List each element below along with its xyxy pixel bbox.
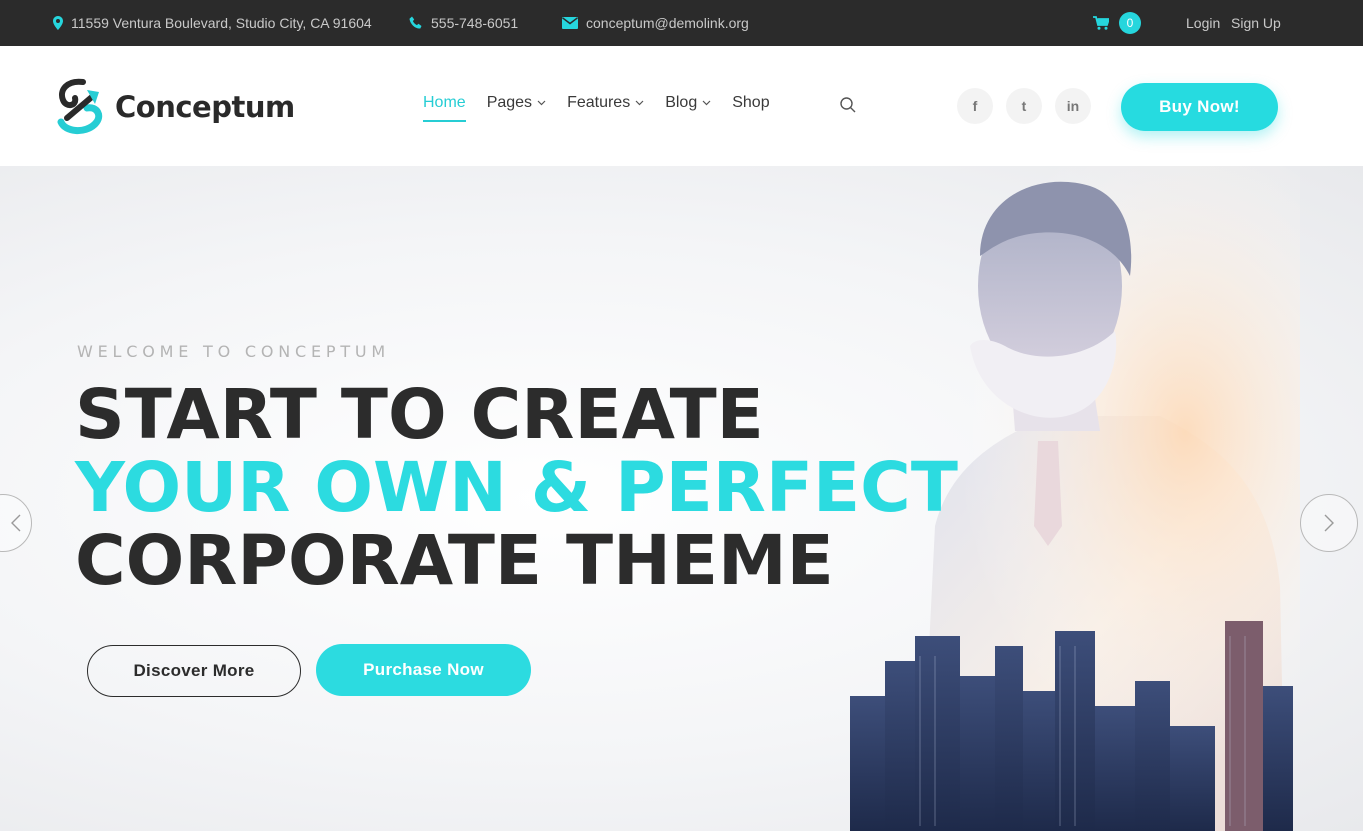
nav-item-blog[interactable]: Blog — [665, 94, 711, 116]
phone-text[interactable]: 555-748-6051 — [431, 15, 518, 31]
hero-eyebrow: WELCOME TO CONCEPTUM — [77, 342, 391, 361]
chevron-left-icon — [11, 514, 21, 532]
cart-button[interactable]: 0 — [1093, 0, 1141, 46]
nav-shop-label: Shop — [732, 94, 770, 111]
nav-item-shop[interactable]: Shop — [732, 94, 769, 116]
nav-features-label: Features — [567, 94, 631, 111]
phone-item[interactable]: 555-748-6051 — [409, 0, 518, 46]
nav-blog-label: Blog — [665, 94, 698, 111]
hero-headline-line-2: YOUR OWN & PERFECT — [75, 448, 958, 528]
signup-link[interactable]: Sign Up — [1231, 0, 1281, 46]
chevron-down-icon — [702, 100, 711, 106]
main-header: Conceptum Home Pages Features Blog Shop … — [0, 46, 1363, 166]
discover-more-button[interactable]: Discover More — [87, 645, 301, 697]
nav-pages-label: Pages — [486, 94, 533, 111]
email-text[interactable]: conceptum@demolink.org — [586, 15, 749, 31]
conceptum-logo-icon — [57, 78, 103, 134]
purchase-now-button[interactable]: Purchase Now — [316, 644, 531, 696]
facebook-icon[interactable]: f — [957, 88, 993, 124]
nav-home-label: Home — [423, 94, 466, 111]
top-bar: 11559 Ventura Boulevard, Studio City, CA… — [0, 0, 1363, 46]
buy-now-button[interactable]: Buy Now! — [1121, 83, 1278, 131]
nav-item-features[interactable]: Features — [567, 94, 644, 116]
map-pin-icon — [53, 16, 63, 30]
email-item[interactable]: conceptum@demolink.org — [562, 0, 749, 46]
chevron-right-icon — [1324, 514, 1334, 532]
address-item: 11559 Ventura Boulevard, Studio City, CA… — [53, 0, 372, 46]
hero-slider: WELCOME TO CONCEPTUM START TO CREATE YOU… — [0, 166, 1363, 831]
login-link[interactable]: Login — [1186, 0, 1220, 46]
linkedin-icon[interactable]: in — [1055, 88, 1091, 124]
search-icon[interactable] — [839, 96, 857, 114]
slider-prev-button[interactable] — [0, 494, 32, 552]
main-nav: Home Pages Features Blog Shop — [423, 94, 791, 122]
nav-item-home[interactable]: Home — [423, 94, 466, 122]
cart-count-badge: 0 — [1119, 12, 1141, 34]
phone-icon — [409, 16, 422, 29]
cart-icon — [1093, 16, 1109, 30]
twitter-icon[interactable]: t — [1006, 88, 1042, 124]
nav-item-pages[interactable]: Pages — [487, 94, 546, 116]
chevron-down-icon — [635, 100, 644, 106]
envelope-icon — [562, 17, 578, 29]
hero-headline-line-3: CORPORATE THEME — [75, 521, 834, 601]
address-text: 11559 Ventura Boulevard, Studio City, CA… — [71, 15, 372, 31]
hero-headline-line-1: START TO CREATE — [75, 375, 764, 455]
slider-next-button[interactable] — [1300, 494, 1358, 552]
chevron-down-icon — [537, 100, 546, 106]
logo-text: Conceptum — [115, 90, 295, 124]
site-logo[interactable]: Conceptum — [53, 78, 295, 136]
